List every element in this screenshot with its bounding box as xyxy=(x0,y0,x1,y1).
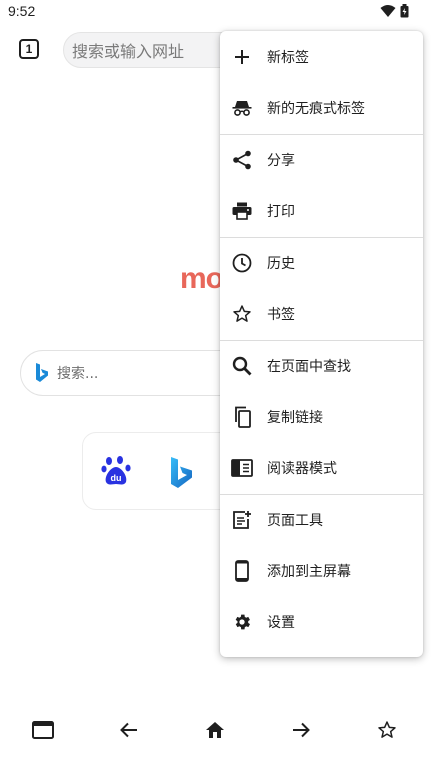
overflow-menu: 新标签 新的无痕式标签 分享 打印 历史 书签 在页面中查找 复制链接 阅读器模… xyxy=(220,31,423,657)
menu-item-label: 分享 xyxy=(267,152,295,169)
shortcut-bing[interactable] xyxy=(168,457,196,493)
bing-small-icon xyxy=(36,363,48,382)
menu-item-add-to-home-screen[interactable]: 添加到主屏幕 xyxy=(220,545,423,596)
forward-arrow-icon xyxy=(293,722,310,738)
menu-item-label: 阅读器模式 xyxy=(267,460,337,477)
menu-item-label: 新标签 xyxy=(267,49,309,66)
menu-item-settings[interactable]: 设置 xyxy=(220,596,423,647)
menu-item-label: 新的无痕式标签 xyxy=(267,100,365,117)
home-icon xyxy=(206,722,224,738)
gear-icon xyxy=(230,610,254,634)
back-button[interactable] xyxy=(116,717,142,743)
plus-icon xyxy=(230,45,254,69)
print-icon xyxy=(230,199,254,223)
star-icon xyxy=(230,302,254,326)
svg-text:du: du xyxy=(111,473,122,483)
menu-item-label: 页面工具 xyxy=(267,512,323,529)
menu-item-find-in-page[interactable]: 在页面中查找 xyxy=(220,340,423,391)
back-arrow-icon xyxy=(120,722,137,738)
shortcut-baidu[interactable]: du xyxy=(101,455,131,491)
homepage-logo: mo xyxy=(180,262,224,295)
baidu-icon: du xyxy=(101,456,131,485)
menu-item-bookmarks[interactable]: 书签 xyxy=(220,288,423,339)
menu-item-label: 复制链接 xyxy=(267,409,323,426)
search-placeholder: 搜索... xyxy=(57,366,99,382)
menu-item-label: 添加到主屏幕 xyxy=(267,563,351,580)
search-icon xyxy=(230,354,254,378)
reader-mode-icon xyxy=(230,456,254,480)
page-tools-icon xyxy=(230,508,254,532)
menu-item-history[interactable]: 历史 xyxy=(220,237,423,288)
tab-count-button[interactable]: 1 xyxy=(19,39,39,59)
copy-icon xyxy=(230,405,254,429)
bookmark-star-icon xyxy=(378,721,396,738)
menu-item-new-incognito-tab[interactable]: 新的无痕式标签 xyxy=(220,82,423,133)
home-button[interactable] xyxy=(202,717,228,743)
menu-item-label: 打印 xyxy=(267,203,295,220)
tabs-icon xyxy=(32,721,54,739)
bookmark-button[interactable] xyxy=(374,717,400,743)
menu-item-print[interactable]: 打印 xyxy=(220,185,423,236)
bing-icon xyxy=(171,457,192,488)
status-time: 9:52 xyxy=(8,3,36,19)
forward-button[interactable] xyxy=(288,717,314,743)
wifi-icon xyxy=(380,5,396,17)
menu-item-reader-mode[interactable]: 阅读器模式 xyxy=(220,442,423,493)
menu-item-label: 书签 xyxy=(267,306,295,323)
phone-icon xyxy=(230,559,254,583)
share-icon xyxy=(230,148,254,172)
battery-icon xyxy=(400,4,409,18)
menu-item-share[interactable]: 分享 xyxy=(220,134,423,185)
url-placeholder: 搜索或输入网址 xyxy=(72,42,185,61)
menu-item-new-tab[interactable]: 新标签 xyxy=(220,31,423,82)
menu-item-label: 设置 xyxy=(267,614,295,631)
tabs-button[interactable] xyxy=(30,717,56,743)
menu-item-page-tools[interactable]: 页面工具 xyxy=(220,494,423,545)
clock-icon xyxy=(230,251,254,275)
menu-item-label: 历史 xyxy=(267,255,295,272)
menu-item-label: 在页面中查找 xyxy=(267,358,351,375)
status-bar: 9:52 xyxy=(0,0,431,24)
menu-item-copy-link[interactable]: 复制链接 xyxy=(220,391,423,442)
bottom-navigation-bar xyxy=(0,705,431,753)
incognito-icon xyxy=(230,96,254,120)
